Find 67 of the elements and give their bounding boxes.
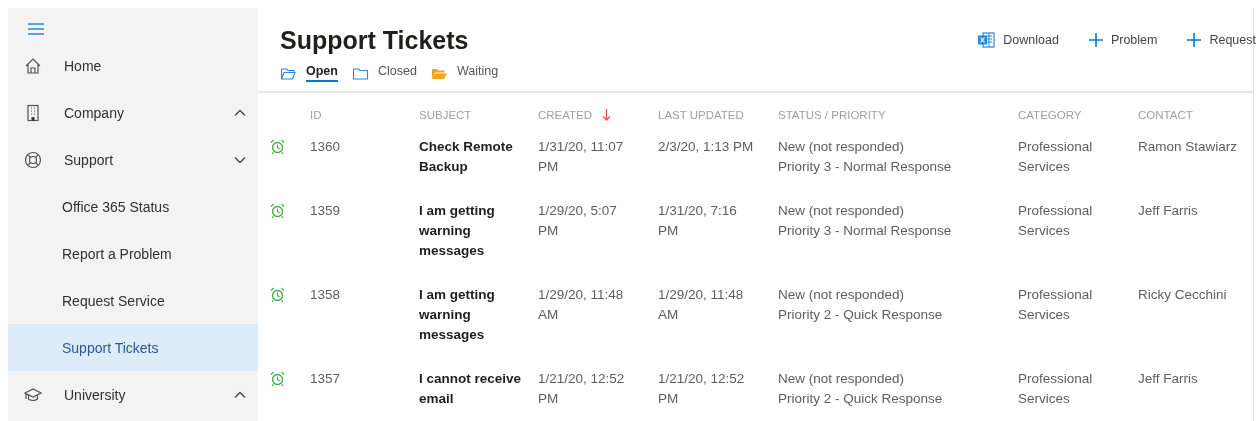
priority-text: Priority 3 - Normal Response [778,222,953,240]
building-icon [24,103,42,122]
alarm-clock-icon [270,139,285,154]
page-title: Support Tickets [280,26,470,55]
alarm-clock-icon [270,371,285,386]
add-button[interactable]: Request [1187,31,1256,49]
nav-label: Company [64,104,125,121]
ticket-id: 1360 [310,139,341,154]
chevron-up-icon[interactable] [234,390,246,399]
lifebuoy-icon [24,150,42,169]
open-folder-icon [280,65,297,81]
nav-label: University [64,386,127,403]
category-text: Professional Services [1018,287,1093,322]
alarm-clock-icon [270,287,285,302]
chevron-up-icon[interactable] [234,108,246,117]
category-text: Professional Services [1018,203,1093,238]
nav-item[interactable]: Support [8,136,258,183]
nav-subitem[interactable]: Support Tickets [8,324,258,371]
ticket-subject[interactable]: I am getting warning messages [419,285,524,345]
add-button[interactable]: Problem [1088,31,1158,49]
contact-name: Ricky Cecchini [1138,287,1227,302]
sort-down-icon[interactable] [602,109,612,121]
ticket-subject[interactable]: I cannot receive email [419,369,524,409]
alarm-clock-icon [270,203,285,218]
tab[interactable]: Closed [351,64,417,82]
ticket-id: 1357 [310,371,341,386]
status-text: New (not responded) [778,202,906,220]
ticket-subject[interactable]: Check Remote Backup [419,137,524,177]
nav-item[interactable]: Company [8,89,258,136]
created-date: 1/21/20, 12:52 PM [538,371,625,406]
created-date: 1/29/20, 5:07 PM [538,203,617,238]
contact-name: Ramon Stawiarz [1138,139,1238,154]
plus-icon [1088,33,1103,47]
nav-item[interactable]: Home [8,42,258,89]
status-text: New (not responded) [778,370,906,388]
chevron-down-icon[interactable] [234,155,246,164]
plus-icon [1187,33,1202,47]
category-text: Professional Services [1018,371,1093,406]
spreadsheet-icon [977,31,996,49]
nav-item[interactable]: University [8,371,258,418]
ticket-subject[interactable]: I am getting warning messages [419,201,524,261]
folder-icon [351,65,369,81]
contact-name: Jeff Farris [1138,203,1198,218]
ticket-id: 1358 [310,287,341,302]
tab[interactable]: Waiting [430,64,499,82]
status-text: New (not responded) [778,286,906,304]
priority-text: Priority 2 - Quick Response [778,390,944,408]
home-icon [24,56,42,75]
priority-text: Priority 3 - Normal Response [778,158,953,176]
tab[interactable]: Open [280,64,338,82]
created-date: 1/29/20, 11:48 AM [538,287,624,322]
status-text: New (not responded) [778,138,906,156]
priority-text: Priority 2 - Quick Response [778,306,944,324]
nav-label: Home [64,57,103,74]
created-date: 1/31/20, 11:07 PM [538,139,624,174]
updated-date: 2/3/20, 1:13 PM [658,139,754,154]
nav-subitem[interactable]: Report a Problem [8,230,258,277]
category-text: Professional Services [1018,139,1093,174]
nav-subitem[interactable]: Office 365 Status [8,183,258,230]
contact-name: Jeff Farris [1138,371,1198,386]
nav-label: Support [64,151,115,168]
updated-date: 1/21/20, 12:52 PM [658,371,745,406]
nav-subitem[interactable]: Request Service [8,277,258,324]
download-button[interactable]: Download [977,31,1059,49]
ticket-id: 1359 [310,203,341,218]
updated-date: 1/29/20, 11:48 AM [658,287,744,322]
updated-date: 1/31/20, 7:16 PM [658,203,737,238]
